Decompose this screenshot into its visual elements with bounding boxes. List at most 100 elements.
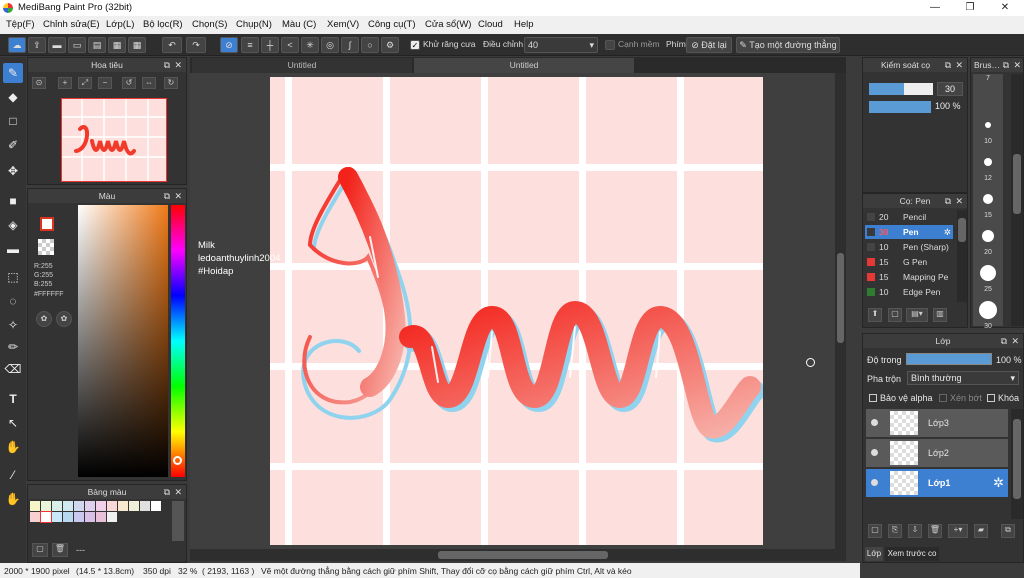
parallel-snap-icon[interactable]: ≡ bbox=[241, 37, 259, 53]
brush-size-value[interactable]: 30 bbox=[937, 82, 963, 96]
move-tool-icon[interactable]: ✥ bbox=[3, 161, 23, 181]
brush-item-pencil[interactable]: 20 Pencil bbox=[865, 210, 953, 224]
undock-icon[interactable]: ⧉ bbox=[164, 189, 170, 203]
operation-tool-icon[interactable]: ↖ bbox=[3, 413, 23, 433]
add-layer-menu-icon[interactable]: +▾ bbox=[948, 524, 968, 538]
menu-layer[interactable]: Lớp(L) bbox=[106, 19, 134, 30]
menu-edit[interactable]: Chỉnh sửa(E) bbox=[43, 19, 100, 30]
menu-select[interactable]: Chọn(S) bbox=[192, 19, 227, 30]
duplicate-icon[interactable]: ⧉ bbox=[1001, 524, 1015, 538]
saturation-value-field[interactable] bbox=[78, 205, 168, 477]
palette-swatch[interactable] bbox=[85, 512, 95, 522]
layer-list-scrollbar[interactable] bbox=[1011, 409, 1023, 519]
blend-mode-dropdown[interactable]: Bình thường ▾ bbox=[907, 371, 1019, 385]
vertical-scroll-thumb[interactable] bbox=[837, 253, 844, 343]
palette-swatch[interactable] bbox=[107, 501, 117, 511]
fill-rect-tool-icon[interactable]: ■ bbox=[3, 191, 23, 211]
brush-list-scrollbar[interactable] bbox=[957, 210, 967, 302]
redo-icon[interactable]: ↷ bbox=[186, 37, 206, 53]
brush-item-edge-pen[interactable]: 10 Edge Pen bbox=[865, 285, 953, 299]
undock-icon[interactable]: ⧉ bbox=[1001, 334, 1007, 348]
document-icon[interactable]: ▤ bbox=[88, 37, 106, 53]
snap-settings-icon[interactable]: ⚙ bbox=[381, 37, 399, 53]
brush-menu-icon[interactable]: ▤▾ bbox=[906, 308, 928, 322]
hue-slider[interactable] bbox=[171, 205, 185, 477]
undock-icon[interactable]: ⧉ bbox=[164, 485, 170, 499]
palette-swatch[interactable] bbox=[107, 512, 117, 522]
delete-palette-icon[interactable]: 🗑 bbox=[52, 543, 68, 557]
palette-swatch[interactable] bbox=[63, 501, 73, 511]
document-canvas[interactable] bbox=[270, 77, 763, 545]
eyedropper-tool-icon[interactable]: ⁄ bbox=[3, 465, 23, 485]
palette-swatch[interactable] bbox=[129, 501, 139, 511]
select-pen-icon[interactable]: ✏ bbox=[3, 337, 23, 357]
brush-settings-icon[interactable]: ▥ bbox=[933, 308, 947, 322]
hand-tool-icon[interactable]: ✋ bbox=[3, 489, 23, 509]
tab-untitled-1[interactable]: Untitled bbox=[192, 58, 412, 73]
undo-icon[interactable]: ↶ bbox=[162, 37, 182, 53]
tab-layers[interactable]: Lớp bbox=[865, 547, 883, 561]
visibility-eye-icon[interactable] bbox=[871, 479, 878, 486]
brush-item-g-pen[interactable]: 15 G Pen bbox=[865, 255, 953, 269]
chat-icon[interactable]: ▭ bbox=[68, 37, 86, 53]
select-eraser-icon[interactable]: ⌫ bbox=[3, 359, 23, 379]
palette-swatch[interactable] bbox=[118, 501, 128, 511]
new-brush-icon[interactable]: ▢ bbox=[888, 308, 902, 322]
vertical-scrollbar[interactable] bbox=[835, 73, 846, 549]
comment-icon[interactable]: ▬ bbox=[48, 37, 66, 53]
palette-swatch[interactable] bbox=[41, 501, 51, 511]
horizontal-scroll-thumb[interactable] bbox=[438, 551, 608, 559]
fit-window-icon[interactable]: ⤢ bbox=[78, 77, 92, 89]
lock-checkbox[interactable] bbox=[987, 394, 995, 402]
lasso-tool-icon[interactable]: ◌ bbox=[3, 291, 23, 311]
zoom-fit-icon[interactable]: ⊙ bbox=[32, 77, 46, 89]
palette-swatch[interactable] bbox=[52, 512, 62, 522]
tab-preview[interactable]: Xem trước co bbox=[885, 547, 939, 561]
comic-panel-icon[interactable]: ▦ bbox=[108, 37, 126, 53]
adjust-dropdown[interactable]: 40 ▾ bbox=[524, 37, 598, 53]
menu-color[interactable]: Màu (C) bbox=[282, 19, 316, 30]
hue-slider-handle[interactable] bbox=[173, 456, 182, 465]
circle-snap-icon[interactable]: ○ bbox=[361, 37, 379, 53]
menu-snap[interactable]: Chụp(N) bbox=[236, 19, 272, 30]
concentric-snap-icon[interactable]: ◎ bbox=[321, 37, 339, 53]
brush-opacity-slider[interactable] bbox=[869, 101, 931, 113]
brush-tool-icon[interactable]: ✎ bbox=[3, 63, 23, 83]
palette-swatch[interactable] bbox=[30, 501, 40, 511]
radial-snap-icon[interactable]: ✳ bbox=[301, 37, 319, 53]
menu-file[interactable]: Tệp(F) bbox=[6, 19, 35, 30]
close-icon[interactable]: ✕ bbox=[174, 58, 182, 72]
curve-snap-icon[interactable]: ∫ bbox=[341, 37, 359, 53]
magic-wand-tool-icon[interactable]: ✧ bbox=[3, 315, 23, 335]
brush-size-slider[interactable] bbox=[869, 83, 933, 95]
vanishing-point-icon[interactable]: < bbox=[281, 37, 299, 53]
horizontal-scrollbar[interactable] bbox=[190, 549, 846, 561]
palette-swatch[interactable] bbox=[30, 512, 40, 522]
menu-tools[interactable]: Công cụ(T) bbox=[368, 19, 416, 30]
visibility-eye-icon[interactable] bbox=[871, 419, 878, 426]
brush-item-mapping-pe[interactable]: 15 Mapping Pe bbox=[865, 270, 953, 284]
share-icon[interactable]: ⇪ bbox=[28, 37, 46, 53]
new-layer-icon[interactable]: ▢ bbox=[868, 524, 882, 538]
brush-size-dot[interactable] bbox=[983, 194, 993, 204]
layer-row[interactable]: Lớp2 bbox=[866, 439, 1008, 468]
rect-select-tool-icon[interactable]: ⬚ bbox=[3, 267, 23, 287]
visibility-eye-icon[interactable] bbox=[871, 449, 878, 456]
rotate-left-icon[interactable]: ↺ bbox=[122, 77, 136, 89]
gradient-tool-icon[interactable]: ▬ bbox=[3, 239, 23, 259]
new-palette-icon[interactable]: ▢ bbox=[32, 543, 48, 557]
copy-layer-icon[interactable]: ⎘ bbox=[888, 524, 902, 538]
folder-icon[interactable]: ▰ bbox=[974, 524, 988, 538]
brush-size-dot[interactable] bbox=[985, 122, 991, 128]
brush-size-dot[interactable] bbox=[984, 158, 992, 166]
clip-checkbox[interactable] bbox=[939, 394, 947, 402]
maximize-button[interactable]: ❐ bbox=[955, 0, 985, 16]
primary-color-swatch[interactable] bbox=[40, 217, 54, 231]
menu-window[interactable]: Cửa sổ(W) bbox=[425, 19, 471, 30]
brush-settings-gear-icon[interactable]: ✲ bbox=[944, 225, 951, 239]
cloud-icon[interactable]: ☁ bbox=[8, 37, 26, 53]
palette-swatch[interactable] bbox=[74, 501, 84, 511]
snap-off-icon[interactable]: ⊘ bbox=[220, 37, 238, 53]
undock-icon[interactable]: ⧉ bbox=[945, 58, 951, 72]
palette-scrollbar[interactable] bbox=[172, 501, 184, 541]
